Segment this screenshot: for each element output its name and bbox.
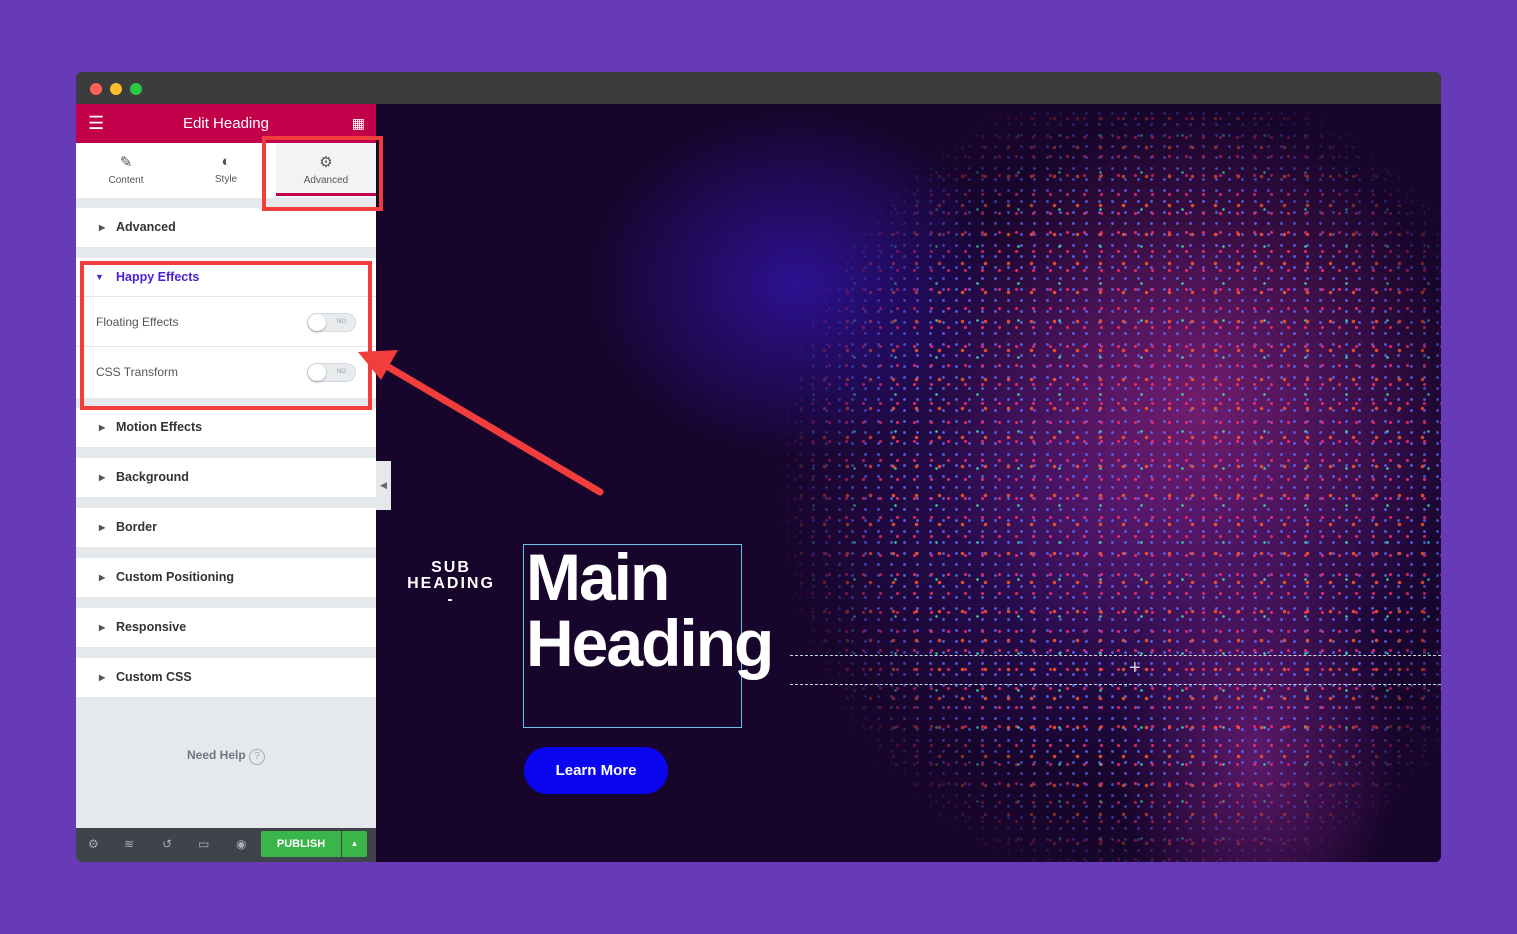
annotation-arrow — [358, 350, 604, 496]
